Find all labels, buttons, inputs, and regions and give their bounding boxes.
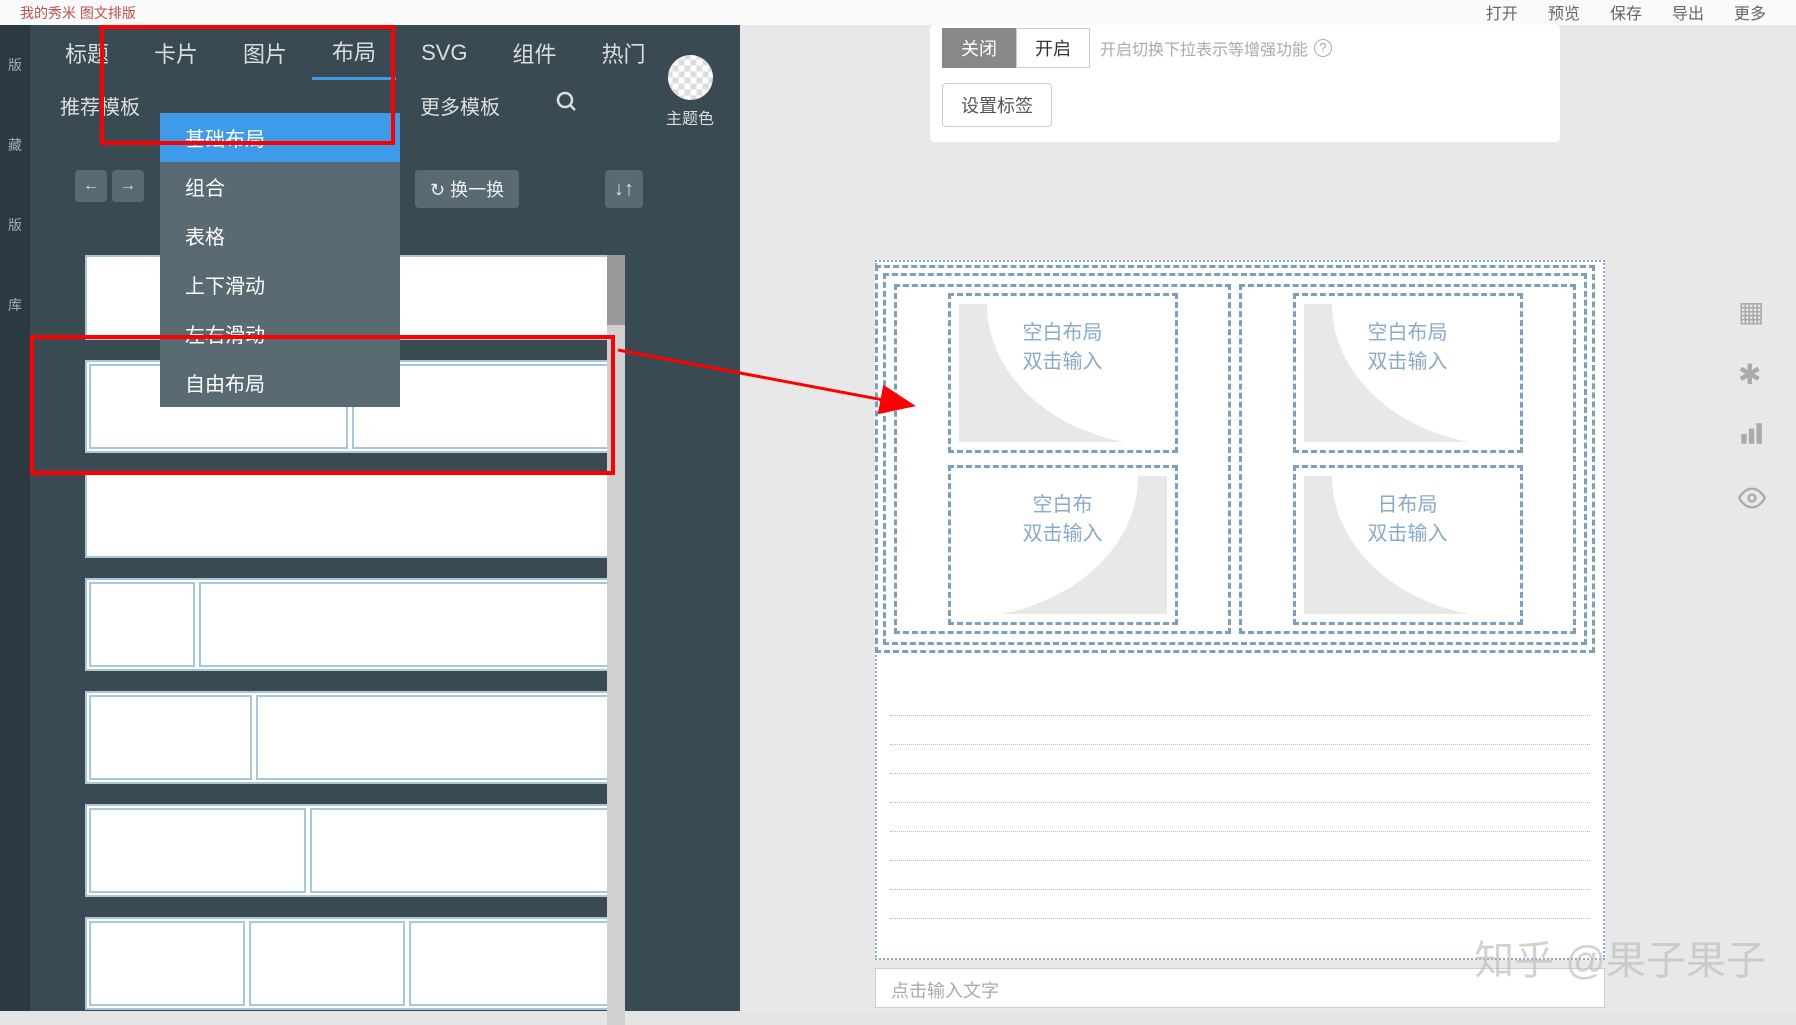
template-col — [89, 582, 195, 667]
template-col — [256, 695, 611, 780]
box-title: 日布局 — [1378, 488, 1438, 517]
info-icon[interactable]: ? — [1314, 39, 1332, 57]
box-hint: 双击输入 — [1368, 345, 1448, 374]
menu-open[interactable]: 打开 — [1486, 0, 1518, 24]
box-title: 空白布局 — [1368, 316, 1448, 345]
theme-color[interactable]: 主题色 — [655, 55, 725, 129]
template-col — [89, 808, 306, 893]
toggle-open[interactable]: 开启 — [1016, 28, 1090, 68]
canvas-area: 关闭 开启 开启切换下拉表示等增强功能 ? 设置标签 空白布局 双击输入 空白布 — [740, 25, 1796, 1011]
canvas[interactable]: 空白布局 双击输入 空白布 双击输入 空白布局 双击输入 — [875, 265, 1595, 653]
layout-column-left[interactable]: 空白布局 双击输入 空白布 双击输入 — [894, 284, 1231, 634]
chart-icon[interactable] — [1738, 421, 1766, 454]
template-col — [89, 921, 245, 1006]
theme-circle-icon — [668, 55, 713, 100]
template-1-2[interactable] — [85, 691, 615, 784]
template-col — [409, 921, 611, 1006]
tab-title[interactable]: 标题 — [45, 27, 129, 79]
menu-export[interactable]: 导出 — [1672, 0, 1704, 24]
tab-svg[interactable]: SVG — [401, 30, 487, 76]
template-3col[interactable] — [85, 917, 615, 1010]
left-rail: 版 藏 版 库 — [0, 25, 30, 1011]
box-hint: 双击输入 — [1368, 517, 1448, 546]
template-col — [310, 808, 612, 893]
rail-item-4[interactable]: 库 — [8, 295, 22, 315]
refresh-button[interactable]: ↻ 换一换 — [415, 170, 519, 208]
asterisk-icon[interactable]: ✱ — [1738, 358, 1766, 391]
layout-column-right[interactable]: 空白布局 双击输入 日布局 双击输入 — [1239, 284, 1576, 634]
box-title: 空白布局 — [1023, 316, 1103, 345]
dropdown-combo[interactable]: 组合 — [160, 162, 400, 211]
dropdown-table[interactable]: 表格 — [160, 211, 400, 260]
layout-box[interactable]: 空白布局 双击输入 — [948, 293, 1178, 453]
text-ruled-area[interactable] — [890, 715, 1590, 947]
rail-item-3[interactable]: 版 — [8, 215, 22, 235]
dropdown-free[interactable]: 自由布局 — [160, 358, 400, 407]
rail-item-1[interactable]: 版 — [8, 55, 22, 75]
toggle-hint: 开启切换下拉表示等增强功能 — [1100, 36, 1308, 60]
template-1-2[interactable] — [85, 578, 615, 671]
nav-back-button[interactable]: ← — [75, 170, 107, 202]
template-1-1[interactable] — [85, 804, 615, 897]
box-hint: 双击输入 — [1023, 517, 1103, 546]
rail-item-2[interactable]: 藏 — [8, 135, 22, 155]
top-left-text: 我的秀米 图文排版 — [20, 3, 136, 23]
tab-layout[interactable]: 布局 — [312, 25, 396, 80]
tab-image[interactable]: 图片 — [223, 27, 307, 79]
menu-save[interactable]: 保存 — [1610, 0, 1642, 24]
sort-button[interactable]: ↓↑ — [605, 170, 643, 208]
watermark: 知乎 @果子果子 — [1474, 928, 1766, 986]
box-title: 空白布 — [1033, 488, 1093, 517]
dropdown-hscroll[interactable]: 左右滑动 — [160, 309, 400, 358]
template-col — [89, 695, 252, 780]
layout-box[interactable]: 空白布局 双击输入 — [1293, 293, 1523, 453]
template-1col[interactable] — [85, 473, 615, 558]
template-panel: 标题 卡片 图片 布局 SVG 组件 热门 推荐模板 更多模板 主题色 ← → … — [30, 25, 740, 1011]
toggle-close[interactable]: 关闭 — [942, 28, 1016, 68]
menu-more[interactable]: 更多 — [1734, 0, 1766, 24]
tab-hot[interactable]: 热门 — [582, 27, 666, 79]
settings-panel: 关闭 开启 开启切换下拉表示等增强功能 ? 设置标签 — [930, 25, 1560, 142]
nav-forward-button[interactable]: → — [112, 170, 144, 202]
tab-component[interactable]: 组件 — [493, 27, 577, 79]
subtab-more[interactable]: 更多模板 — [405, 83, 515, 128]
layout-dropdown: 基础布局 组合 表格 上下滑动 左右滑动 自由布局 — [160, 113, 400, 407]
scrollbar-thumb[interactable] — [607, 255, 625, 325]
dropdown-basic-layout[interactable]: 基础布局 — [160, 113, 400, 162]
layout-box[interactable]: 日布局 双击输入 — [1293, 465, 1523, 625]
dropdown-vscroll[interactable]: 上下滑动 — [160, 260, 400, 309]
tab-card[interactable]: 卡片 — [134, 27, 218, 79]
box-hint: 双击输入 — [1023, 345, 1103, 374]
set-tag-button[interactable]: 设置标签 — [942, 83, 1052, 127]
eye-icon[interactable] — [1738, 484, 1766, 519]
grid-icon[interactable]: ▦ — [1738, 295, 1766, 328]
template-col — [199, 582, 611, 667]
scrollbar[interactable] — [607, 255, 625, 1025]
search-icon[interactable] — [555, 90, 579, 121]
theme-label: 主题色 — [666, 111, 714, 128]
template-col — [249, 921, 405, 1006]
subtab-recommend[interactable]: 推荐模板 — [45, 83, 155, 128]
layout-box[interactable]: 空白布 双击输入 — [948, 465, 1178, 625]
menu-preview[interactable]: 预览 — [1548, 0, 1580, 24]
right-tool-rail: ▦ ✱ — [1738, 295, 1766, 519]
